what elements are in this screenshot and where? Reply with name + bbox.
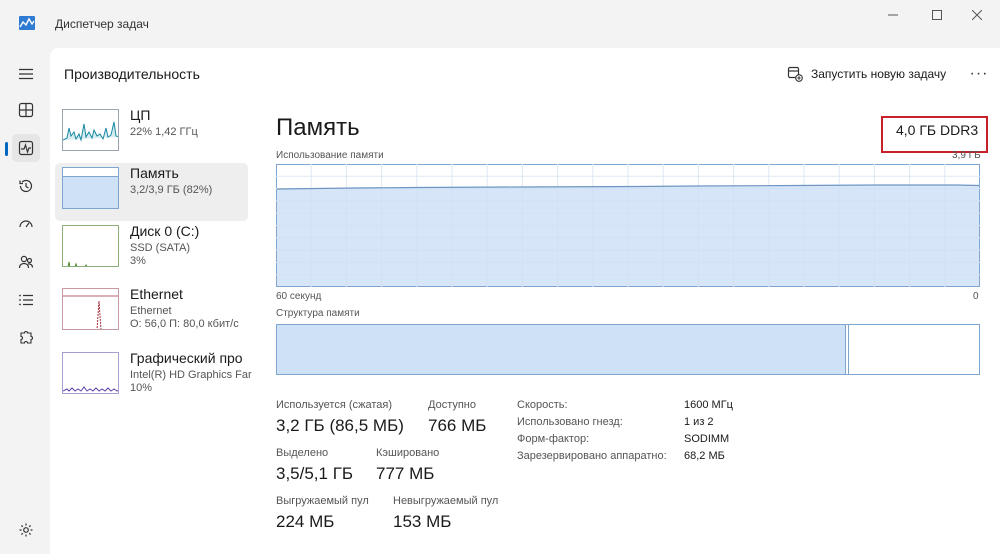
memory-structure-bar [276,324,980,375]
speed-value: 1600 МГц [684,399,733,411]
usage-graph-label: Использование памяти [276,150,384,161]
paged-pool-label: Выгружаемый пул [276,495,369,507]
nav-services[interactable] [12,324,40,352]
details-list-icon [19,294,33,306]
history-icon [19,179,33,193]
device-disk[interactable]: Диск 0 (C:) SSD (SATA) 3% [55,221,248,279]
form-factor-value: SODIMM [684,433,730,445]
speed-label: Скорость: [517,399,568,411]
committed-label: Выделено [276,447,329,459]
committed-value: 3,5/5,1 ГБ [276,464,354,483]
memory-type-highlight [881,116,988,153]
close-button[interactable] [954,0,1000,30]
device-detail: Intel(R) HD Graphics Far [130,369,252,381]
device-name: Память [130,165,179,181]
nav-users[interactable] [12,248,40,276]
device-detail: 22% 1,42 ГГц [130,126,198,138]
slots-label: Использовано гнезд: [517,416,623,428]
available-value: 766 МБ [428,416,487,435]
nav-details[interactable] [12,286,40,314]
device-detail-secondary: О: 56,0 П: 80,0 кбит/с [130,318,239,330]
cached-label: Кэшировано [376,447,440,459]
run-new-task-button[interactable]: Запустить новую задачу [787,62,946,86]
x-axis-start-label: 60 секунд [276,291,322,302]
services-puzzle-icon [20,331,33,344]
structure-in-use-segment [277,325,846,374]
device-name: ЦП [130,107,151,123]
slots-value: 1 из 2 [684,416,714,428]
device-memory[interactable]: Память 3,2/3,9 ГБ (82%) [55,163,248,221]
nav-startup-apps[interactable] [12,210,40,238]
available-label: Доступно [428,399,477,411]
device-detail-secondary: 10% [130,382,153,394]
device-detail: SSD (SATA) [130,242,191,254]
hamburger-icon [19,68,33,80]
in-use-label: Используется (сжатая) [276,399,393,411]
page-title: Производительность [64,66,200,82]
run-task-icon [787,66,803,82]
device-name: Графический про [130,350,243,366]
processes-icon [18,102,34,118]
memory-usage-graph [276,164,980,287]
device-gpu[interactable]: Графический про Intel(R) HD Graphics Far… [55,348,252,406]
hardware-reserved-value: 68,2 МБ [684,450,725,462]
cpu-mini-graph [62,109,119,151]
x-axis-end-label: 0 [973,291,979,302]
device-detail: Ethernet [130,305,172,317]
disk-mini-graph [62,225,119,267]
device-detail: 3,2/3,9 ГБ (82%) [130,184,213,196]
gear-icon [19,523,33,537]
paged-pool-value: 224 МБ [276,512,335,531]
nonpaged-pool-label: Невыгружаемый пул [393,495,499,507]
window-title: Диспетчер задач [55,17,149,31]
nonpaged-pool-value: 153 МБ [393,512,452,531]
task-manager-app-icon [19,16,35,30]
nav-processes[interactable] [12,96,40,124]
minimize-button[interactable] [870,0,916,30]
device-ethernet[interactable]: Ethernet Ethernet О: 56,0 П: 80,0 кбит/с [55,284,248,342]
nav-app-history[interactable] [12,172,40,200]
cached-value: 777 МБ [376,464,435,483]
device-name: Ethernet [130,286,183,302]
hamburger-menu-button[interactable] [12,60,40,88]
performance-icon [18,140,34,156]
title-bar: Диспетчер задач [0,0,1000,48]
device-name: Диск 0 (C:) [130,223,200,239]
performance-panel: Производительность Запустить новую задач… [50,48,1000,554]
nav-rail [0,48,50,554]
device-detail-secondary: 3% [130,255,146,267]
nav-settings[interactable] [12,516,40,544]
form-factor-label: Форм-фактор: [517,433,590,445]
nav-performance[interactable] [5,134,40,162]
startup-speedometer-icon [19,220,33,228]
memory-mini-graph [62,167,119,209]
users-icon [18,255,34,269]
usage-graph-max: 3,9 ГБ [952,150,981,161]
ethernet-mini-graph [62,288,119,330]
structure-modified-segment [845,325,849,374]
hardware-reserved-label: Зарезервировано аппаратно: [517,450,667,462]
gpu-mini-graph [62,352,119,394]
device-cpu[interactable]: ЦП 22% 1,42 ГГц [55,105,248,163]
run-task-label: Запустить новую задачу [811,67,947,81]
in-use-value: 3,2 ГБ (86,5 МБ) [276,416,404,435]
structure-label: Структура памяти [276,308,360,319]
memory-title: Память [276,114,360,141]
more-options-button[interactable]: ··· [968,62,990,86]
